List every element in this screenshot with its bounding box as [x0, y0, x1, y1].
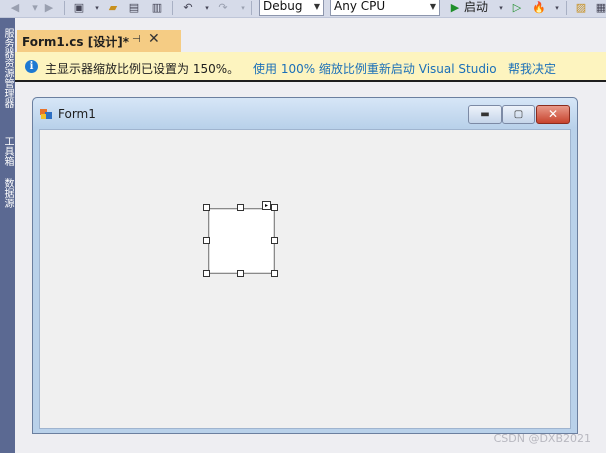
selected-control[interactable] [208, 208, 275, 274]
navigate-forward-icon[interactable]: ▶ [42, 1, 56, 15]
info-icon: i [25, 60, 38, 73]
new-project-icon[interactable]: ▣ [72, 1, 86, 15]
main-toolbar: ◀ ▾ ▶ ▣ ▾ ▰ ▤ ▥ ↶ ▾ ↷ ▾ Debug ▼ Any CPU … [0, 0, 606, 18]
dropdown-arrow-icon[interactable]: ▾ [494, 1, 508, 15]
chevron-down-icon: ▼ [313, 2, 320, 11]
toolbar-separator [64, 1, 65, 15]
smart-tag-arrow-icon[interactable]: ▸ [262, 201, 271, 210]
resize-handle-right[interactable] [271, 237, 278, 244]
navigate-back-icon[interactable]: ◀ [8, 1, 22, 15]
redo-icon[interactable]: ↷ [216, 1, 230, 15]
close-button[interactable]: ✕ [536, 105, 570, 124]
document-tab-row: Form1.cs [设计]* ⊣ ✕ [15, 18, 606, 52]
resize-handle-bottom[interactable] [237, 270, 244, 277]
configuration-value: Debug [263, 0, 303, 13]
resize-handle-top-left[interactable] [203, 204, 210, 211]
tab-form1-designer[interactable]: Form1.cs [设计]* ⊣ ✕ [17, 30, 181, 52]
start-without-debug-icon[interactable]: ▷ [510, 1, 524, 15]
dropdown-arrow-icon[interactable]: ▾ [90, 1, 104, 15]
left-tool-window-strip: 服务器资源管理器 工具箱 数据源 [0, 18, 15, 453]
start-label[interactable]: 启动 [464, 0, 488, 15]
pin-icon[interactable]: ⊣ [132, 34, 141, 45]
resize-handle-bottom-right[interactable] [271, 270, 278, 277]
sidebar-tab-data-sources[interactable]: 数据源 [1, 178, 14, 208]
tab-title: Form1.cs [设计]* [22, 35, 129, 49]
undo-icon[interactable]: ↶ [181, 1, 195, 15]
solution-explorer-icon[interactable]: ▨ [574, 1, 588, 15]
resize-handle-top-right[interactable] [271, 204, 278, 211]
toolbar-separator [566, 1, 567, 15]
configuration-dropdown[interactable]: Debug ▼ [259, 0, 324, 16]
start-debug-icon[interactable]: ▶ [448, 1, 462, 15]
minimize-button[interactable]: ▬ [468, 105, 502, 124]
toolbar-separator [251, 1, 252, 15]
save-all-icon[interactable]: ▥ [150, 1, 164, 15]
save-icon[interactable]: ▤ [127, 1, 141, 15]
dropdown-arrow-icon[interactable]: ▾ [28, 1, 42, 15]
watermark: CSDN @DXB2021 [493, 432, 591, 445]
maximize-button[interactable]: ▢ [502, 105, 535, 124]
dropdown-arrow-icon[interactable]: ▾ [236, 1, 250, 15]
dropdown-arrow-icon[interactable]: ▾ [550, 1, 564, 15]
dpi-info-bar: i 主显示器缩放比例已设置为 150%。 使用 100% 缩放比例重新启动 Vi… [15, 52, 606, 82]
form-client-area[interactable] [39, 129, 571, 429]
help-me-decide-link[interactable]: 帮我决定 [508, 60, 556, 77]
sidebar-tab-toolbox[interactable]: 工具箱 [1, 136, 14, 166]
close-tab-icon[interactable]: ✕ [148, 31, 160, 47]
platform-value: Any CPU [334, 0, 386, 13]
form-title: Form1 [58, 107, 96, 121]
properties-icon[interactable]: ▦ [594, 1, 606, 15]
restart-100-link[interactable]: 使用 100% 缩放比例重新启动 Visual Studio [253, 60, 497, 77]
resize-handle-top[interactable] [237, 204, 244, 211]
dropdown-arrow-icon[interactable]: ▾ [200, 1, 214, 15]
form-titlebar[interactable]: Form1 ▬ ▢ ✕ [33, 98, 577, 128]
platform-dropdown[interactable]: Any CPU ▼ [330, 0, 440, 16]
hot-reload-icon[interactable]: 🔥 [532, 1, 546, 15]
sidebar-tab-server-explorer[interactable]: 服务器资源管理器 [1, 28, 14, 108]
form-app-icon [40, 109, 52, 119]
chevron-down-icon: ▼ [429, 2, 436, 11]
open-folder-icon[interactable]: ▰ [106, 1, 120, 15]
resize-handle-bottom-left[interactable] [203, 270, 210, 277]
form1-window[interactable]: Form1 ▬ ▢ ✕ [32, 97, 578, 434]
info-message: 主显示器缩放比例已设置为 150%。 [45, 62, 240, 76]
toolbar-separator [172, 1, 173, 15]
resize-handle-left[interactable] [203, 237, 210, 244]
